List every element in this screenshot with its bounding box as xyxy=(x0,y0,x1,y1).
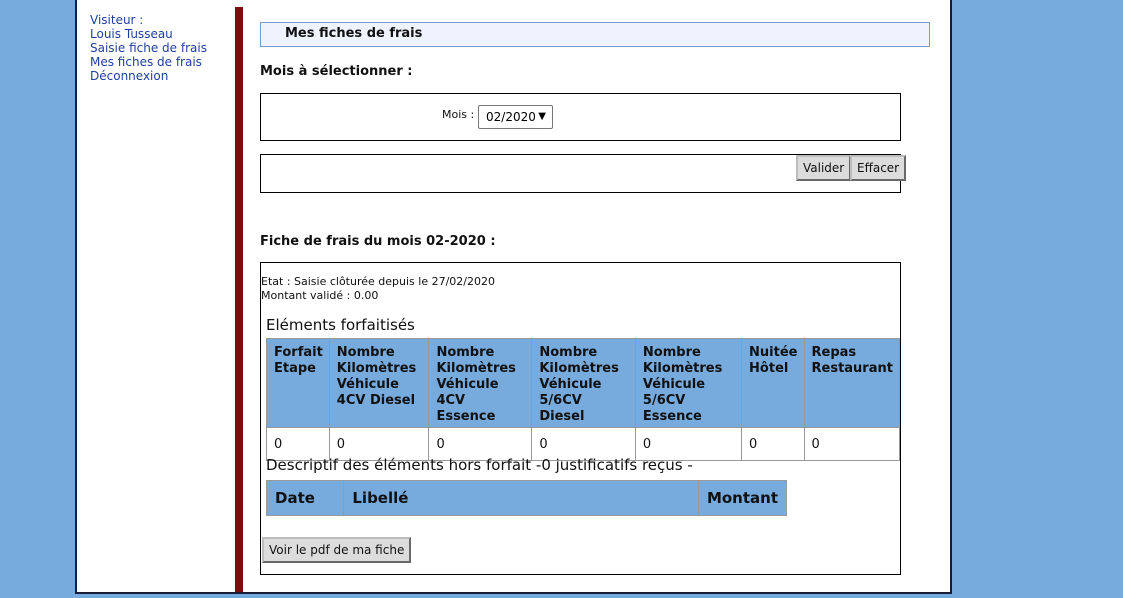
main-content: Mes fiches de frais Mois à sélectionner … xyxy=(260,0,940,592)
fiche-status: Etat : Saisie clôturée depuis le 27/02/2… xyxy=(261,275,495,303)
sidebar-menu: Visiteur : Louis Tusseau Saisie fiche de… xyxy=(90,13,230,83)
sidebar-divider xyxy=(235,7,243,592)
forfait-title: Eléments forfaitisés xyxy=(266,316,415,334)
forfait-value-cell: 0 xyxy=(803,427,900,461)
mois-fieldset: Mois : 02/2020 ▼ xyxy=(260,93,901,141)
mois-label: Mois : xyxy=(442,108,475,121)
forfait-header-cell: Nombre Kilomètres Véhicule 4CV Essence xyxy=(428,338,533,428)
forfait-header-cell: Forfait Etape xyxy=(266,338,330,428)
mois-heading: Mois à sélectionner : xyxy=(260,64,413,79)
valider-button[interactable]: Valider xyxy=(796,155,852,181)
forfait-header-cell: Repas Restaurant xyxy=(803,338,900,428)
forfait-header-row: Forfait Etape Nombre Kilomètres Véhicule… xyxy=(266,338,900,428)
menu-link-mes-fiches[interactable]: Mes fiches de frais xyxy=(90,55,230,69)
hors-header-date: Date xyxy=(265,480,345,516)
page-title: Mes fiches de frais xyxy=(285,26,423,41)
page-container: Visiteur : Louis Tusseau Saisie fiche de… xyxy=(75,0,952,594)
hors-forfait-title: Descriptif des éléments hors forfait -0 … xyxy=(266,456,693,474)
page-title-box: Mes fiches de frais xyxy=(260,22,930,47)
fiche-box: Etat : Saisie clôturée depuis le 27/02/2… xyxy=(260,262,901,575)
pdf-button[interactable]: Voir le pdf de ma fiche xyxy=(262,537,412,563)
fiche-heading: Fiche de frais du mois 02-2020 : xyxy=(260,234,496,249)
form-buttons-box: Valider Effacer xyxy=(260,154,907,193)
visitor-label: Visiteur : xyxy=(90,13,144,27)
forfait-table: Forfait Etape Nombre Kilomètres Véhicule… xyxy=(266,338,900,461)
hors-forfait-table: Date Libellé Montant xyxy=(265,480,788,516)
mois-select[interactable]: 02/2020 ▼ xyxy=(478,105,553,129)
forfait-header-cell: Nombre Kilomètres Véhicule 5/6CV Essence xyxy=(634,338,743,428)
menu-link-saisie[interactable]: Saisie fiche de frais xyxy=(90,41,230,55)
forfait-value-cell: 0 xyxy=(741,427,805,461)
forfait-header-cell: Nuitée Hôtel xyxy=(741,338,805,428)
forfait-header-cell: Nombre Kilomètres Véhicule 5/6CV Diesel xyxy=(531,338,636,428)
mois-selected-value: 02/2020 xyxy=(486,110,536,124)
hors-header-montant: Montant xyxy=(697,480,788,516)
hors-header-libelle: Libellé xyxy=(343,480,699,516)
montant-text: Montant validé : 0.00 xyxy=(261,289,379,302)
forfait-header-cell: Nombre Kilomètres Véhicule 4CV Diesel xyxy=(328,338,430,428)
menu-link-deconnexion[interactable]: Déconnexion xyxy=(90,69,230,83)
hors-forfait-header-row: Date Libellé Montant xyxy=(265,480,788,516)
effacer-button[interactable]: Effacer xyxy=(850,155,907,181)
etat-text: Etat : Saisie clôturée depuis le 27/02/2… xyxy=(261,275,495,288)
dropdown-arrow-icon: ▼ xyxy=(538,111,546,122)
visitor-name: Louis Tusseau xyxy=(90,27,173,41)
